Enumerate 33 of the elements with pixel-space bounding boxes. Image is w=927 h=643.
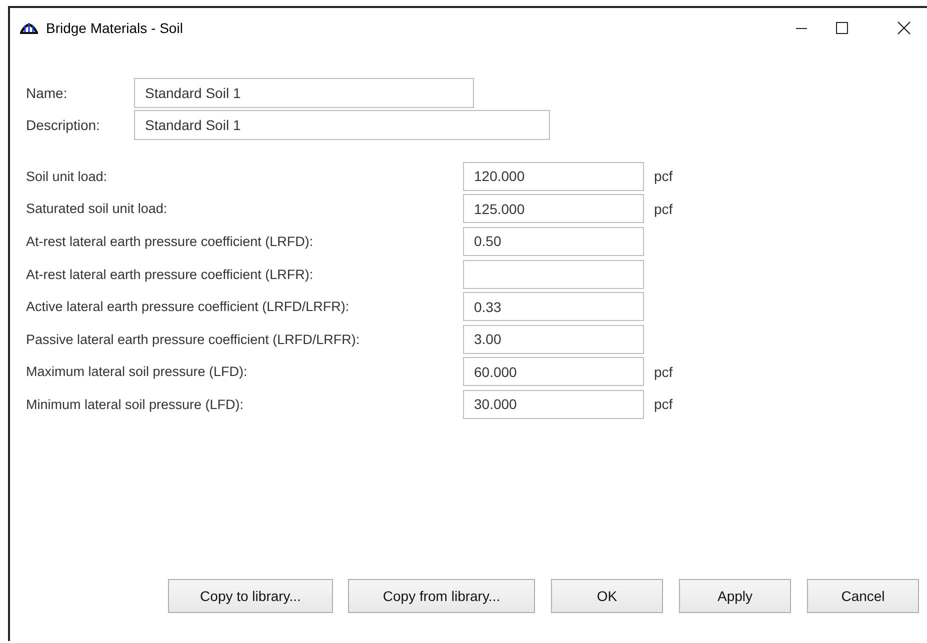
unit-label: pcf [654,364,673,380]
unit-label: pcf [654,396,673,412]
window-title: Bridge Materials - Soil [46,20,184,36]
dialog-button[interactable]: OK [551,579,663,613]
name-field[interactable]: Standard Soil 1 [134,78,474,108]
property-field[interactable]: 0.50 [463,226,644,256]
property-field[interactable]: 30.000 [463,390,644,419]
name-label: Name: [26,85,68,101]
unit-label: pcf [654,200,673,217]
bridge-icon [20,21,38,35]
dialog-button[interactable]: Cancel [807,579,919,613]
property-label: Soil unit load: [26,168,108,184]
dialog-button[interactable]: Copy from library... [348,579,535,613]
property-field[interactable]: 60.000 [463,357,644,386]
property-field[interactable]: 125.000 [463,194,644,224]
property-label: Active lateral earth pressure coefficient (LRFD/LRFR): [26,299,350,314]
property-field[interactable]: 120.000 [463,162,644,191]
description-label: Description: [26,117,101,133]
property-field[interactable]: 3.00 [463,324,644,354]
property-label: Saturated soil unit load: [26,201,168,216]
dialog-button[interactable]: Copy to library... [168,579,333,613]
property-label: Minimum lateral soil pressure (LFD): [26,396,245,412]
dialog-button[interactable]: Apply [679,579,791,613]
description-field[interactable]: Standard Soil 1 [134,110,550,140]
property-label: Passive lateral earth pressure coefficient (LRFD/LRFR): [26,332,361,347]
unit-label: pcf [654,168,673,184]
property-label: Maximum lateral soil pressure (LFD): [26,364,248,380]
property-label: At-rest lateral earth pressure coefficient (LRFD): [26,234,314,249]
close-icon [897,21,911,35]
property-label: At-rest lateral earth pressure coefficient (LRFR): [26,266,314,282]
property-field[interactable]: 0.33 [463,292,644,322]
property-field[interactable] [463,260,644,289]
maximize-icon [835,21,849,35]
